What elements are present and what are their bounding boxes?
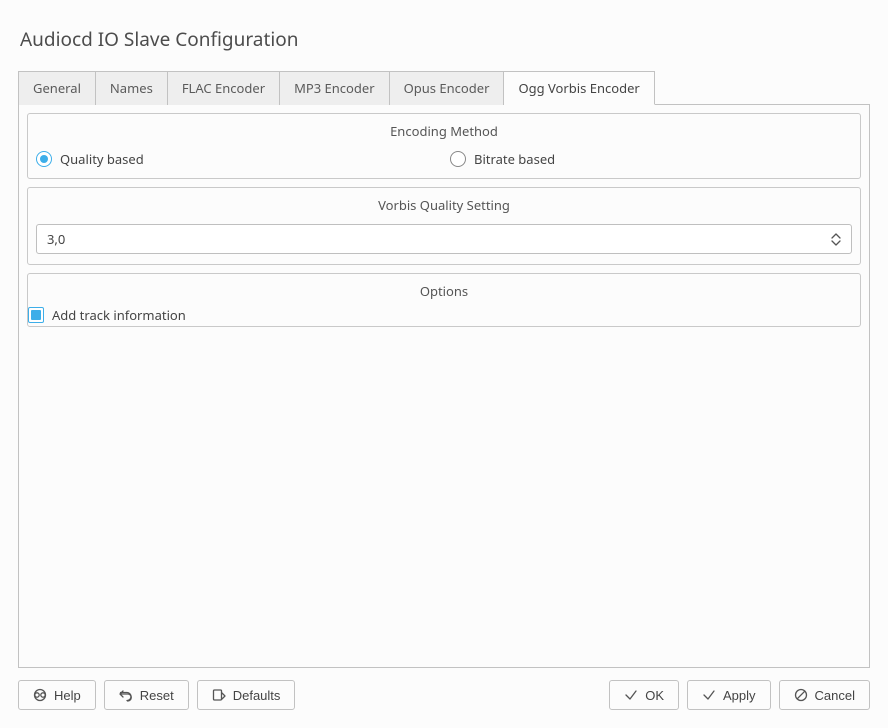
button-bar: Help Reset Defaults OK Apply Can	[18, 668, 870, 710]
tab-opus[interactable]: Opus Encoder	[390, 71, 505, 105]
reset-button-label: Reset	[140, 688, 174, 703]
defaults-button[interactable]: Defaults	[197, 680, 296, 710]
tab-general[interactable]: General	[18, 71, 96, 105]
cancel-button-label: Cancel	[815, 688, 855, 703]
tab-names[interactable]: Names	[96, 71, 168, 105]
reset-button[interactable]: Reset	[104, 680, 189, 710]
help-icon	[33, 688, 47, 702]
group-title-encoding: Encoding Method	[28, 114, 860, 146]
radio-quality-based[interactable]	[36, 151, 52, 167]
radio-quality-label: Quality based	[60, 150, 144, 168]
chevron-up-icon	[831, 233, 841, 239]
ok-button-label: OK	[645, 688, 664, 703]
group-title-quality: Vorbis Quality Setting	[28, 188, 860, 220]
quality-spinner-value: 3,0	[47, 230, 831, 248]
group-title-options: Options	[28, 274, 860, 306]
tab-mp3[interactable]: MP3 Encoder	[280, 71, 390, 105]
tab-content: Encoding Method Quality based Bitrate ba…	[18, 104, 870, 668]
chevron-down-icon	[831, 240, 841, 246]
quality-spinner[interactable]: 3,0	[36, 224, 852, 254]
checkbox-add-track-info[interactable]	[28, 307, 44, 323]
ok-button[interactable]: OK	[609, 680, 679, 710]
apply-button[interactable]: Apply	[687, 680, 771, 710]
undo-icon	[119, 688, 133, 702]
radio-bitrate-based[interactable]	[450, 151, 466, 167]
checkbox-add-track-label: Add track information	[52, 306, 186, 324]
defaults-icon	[212, 688, 226, 702]
page-title: Audiocd IO Slave Configuration	[20, 26, 870, 52]
help-button[interactable]: Help	[18, 680, 96, 710]
spinner-arrows[interactable]	[831, 233, 845, 246]
group-quality-setting: Vorbis Quality Setting 3,0	[27, 187, 861, 265]
cancel-icon	[794, 688, 808, 702]
tabs-row: General Names FLAC Encoder MP3 Encoder O…	[18, 70, 870, 104]
radio-bitrate-label: Bitrate based	[474, 150, 555, 168]
tab-flac[interactable]: FLAC Encoder	[168, 71, 280, 105]
cancel-button[interactable]: Cancel	[779, 680, 870, 710]
group-encoding-method: Encoding Method Quality based Bitrate ba…	[27, 113, 861, 179]
group-options: Options Add track information	[27, 273, 861, 327]
help-button-label: Help	[54, 688, 81, 703]
apply-button-label: Apply	[723, 688, 756, 703]
check-icon	[624, 688, 638, 702]
check-icon	[702, 688, 716, 702]
defaults-button-label: Defaults	[233, 688, 281, 703]
tab-oggvorbis[interactable]: Ogg Vorbis Encoder	[504, 71, 654, 105]
